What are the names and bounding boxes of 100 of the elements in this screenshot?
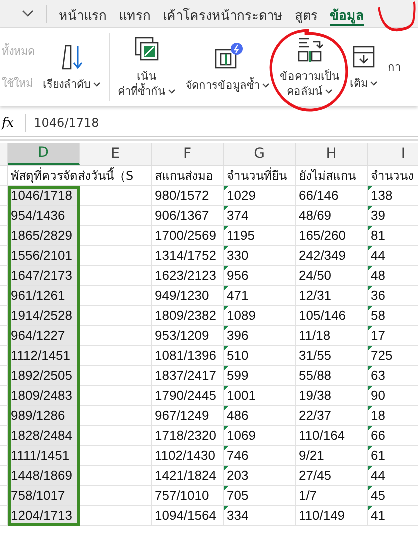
table-cell: 63 [371, 368, 386, 383]
table-cell: 110/164 [299, 428, 346, 443]
ribbon-command[interactable]: เรียงลำดับ [41, 42, 103, 92]
caret-icon [93, 82, 101, 86]
table-cell: 396 [227, 328, 249, 343]
column-header[interactable]: H [296, 143, 368, 165]
table-cell: 17 [371, 328, 386, 343]
table-cell: 44 [371, 248, 386, 263]
table-cell: 1865/2829 [11, 228, 72, 243]
table-cell: 1204/1713 [11, 508, 72, 523]
table-cell: 1094/1564 [155, 508, 216, 523]
ribbon-tab[interactable]: หน้าแรก [59, 2, 107, 26]
table-cell: 1556/2101 [11, 248, 72, 263]
table-cell: 758/1017 [11, 488, 66, 503]
table-cell: 1809/2483 [11, 388, 72, 403]
table-cell: 1195 [227, 228, 255, 243]
table-cell: 22/37 [299, 408, 332, 423]
table-cell: 1081/1396 [155, 348, 216, 363]
table-cell: 334 [227, 508, 249, 523]
table-cell: 165/260 [299, 228, 346, 243]
table-cell: 953/1209 [155, 328, 210, 343]
table-cell: 1892/2505 [11, 368, 72, 383]
table-cell: 1700/2569 [155, 228, 216, 243]
table-cell: 1809/2382 [155, 308, 216, 323]
table-cell: 471 [227, 288, 249, 303]
table-cell: 1314/1752 [155, 248, 216, 263]
table-cell: 757/1010 [155, 488, 210, 503]
table-cell: 19/38 [299, 388, 332, 403]
table-cell: 1069 [227, 428, 256, 443]
table-cell: 1102/1430 [155, 448, 216, 463]
table-cell: 66/146 [299, 188, 339, 203]
column-header[interactable]: G [224, 143, 296, 165]
table-cell: 11/18 [299, 328, 331, 343]
table-cell: 1089 [227, 308, 256, 323]
table-cell: 24/50 [299, 268, 332, 283]
table-cell: 12/31 [299, 288, 332, 303]
table-cell: 1111/1451 [11, 448, 70, 463]
table-cell: 203 [227, 468, 249, 483]
ribbon-tab[interactable]: แทรก [119, 2, 151, 26]
table-cell: 1623/2123 [155, 268, 216, 283]
table-cell: 66 [371, 428, 386, 443]
table-cell: 1421/1824 [155, 468, 216, 483]
table-cell: 48/69 [299, 208, 332, 223]
table-cell: 961/1261 [11, 288, 66, 303]
table-cell: 725 [371, 348, 393, 363]
column-header[interactable]: I [368, 143, 418, 165]
table-cell: 48 [371, 268, 386, 283]
ribbon-command[interactable]: กา [386, 60, 403, 74]
caret-icon [262, 82, 270, 88]
table-cell: 906/1367 [155, 208, 210, 223]
table-cell: 1718/2320 [155, 428, 216, 443]
table-cell: 1837/2417 [155, 368, 216, 383]
table-cell: 949/1230 [155, 288, 210, 303]
fill-down-icon [351, 44, 377, 70]
ribbon-tab[interactable]: เค้าโครงหน้ากระดาษ [163, 2, 283, 26]
table-cell: 1/7 [299, 488, 318, 503]
hand-drawn-mark [377, 0, 417, 34]
table-cell: 486 [227, 408, 249, 423]
table-cell: 61 [371, 448, 386, 463]
table-cell: 1647/2173 [11, 268, 72, 283]
table-cell: 39 [371, 208, 386, 223]
table-cell: 1046/1718 [11, 188, 72, 203]
table-cell: 41 [371, 508, 386, 523]
table-cell: 9/21 [299, 448, 324, 463]
table-cell: 55/88 [299, 368, 332, 383]
table-cell: 1790/2445 [155, 388, 216, 403]
table-cell: 138 [371, 188, 393, 203]
caret-icon [370, 80, 378, 86]
ribbon-tab[interactable]: ข้อมูล [330, 2, 364, 26]
table-cell: 18 [371, 408, 386, 423]
table-cell: 1029 [227, 188, 256, 203]
column-header[interactable]: F [152, 143, 224, 165]
table-cell: 90 [371, 388, 386, 403]
column-header[interactable]: D [8, 143, 80, 165]
table-cell: 954/1436 [11, 208, 66, 223]
column-header[interactable]: E [80, 143, 152, 165]
caret-icon [325, 89, 333, 94]
function-label: fx [2, 116, 16, 130]
chevron-down-icon[interactable] [22, 10, 34, 18]
table-cell: 242/349 [299, 248, 346, 263]
table-cell: 374 [227, 208, 249, 223]
table-cell: 45 [371, 488, 386, 503]
table-cell: 330 [227, 248, 249, 263]
ribbon-tab[interactable]: สูตร [295, 2, 318, 26]
table-cell: 31/55 [299, 348, 332, 363]
ribbon-command[interactable]: เติม [348, 44, 380, 90]
ribbon-command[interactable]: ข้อความเป็น คอลัมน์ [278, 35, 342, 99]
table-cell: 27/45 [299, 468, 332, 483]
table-cell: 967/1249 [155, 408, 210, 423]
formula-input[interactable]: 1046/1718 [34, 116, 334, 130]
table-cell: 105/146 [299, 308, 346, 323]
duplicate-data-icon [213, 42, 243, 72]
caret-icon [168, 89, 176, 94]
table-cell: 81 [371, 228, 386, 243]
ribbon-command[interactable]: เน้น ค่าที่ซ้ำกัน [116, 35, 178, 99]
table-cell: 964/1227 [11, 328, 66, 343]
table-cell: 1448/1869 [11, 468, 72, 483]
ribbon-command[interactable]: จัดการข้อมูลซ้ำ [184, 42, 272, 92]
header-cell: พัสดุที่ควรจัดส่งวันนี้（S [11, 166, 134, 185]
highlight-cells-icon [133, 35, 161, 63]
